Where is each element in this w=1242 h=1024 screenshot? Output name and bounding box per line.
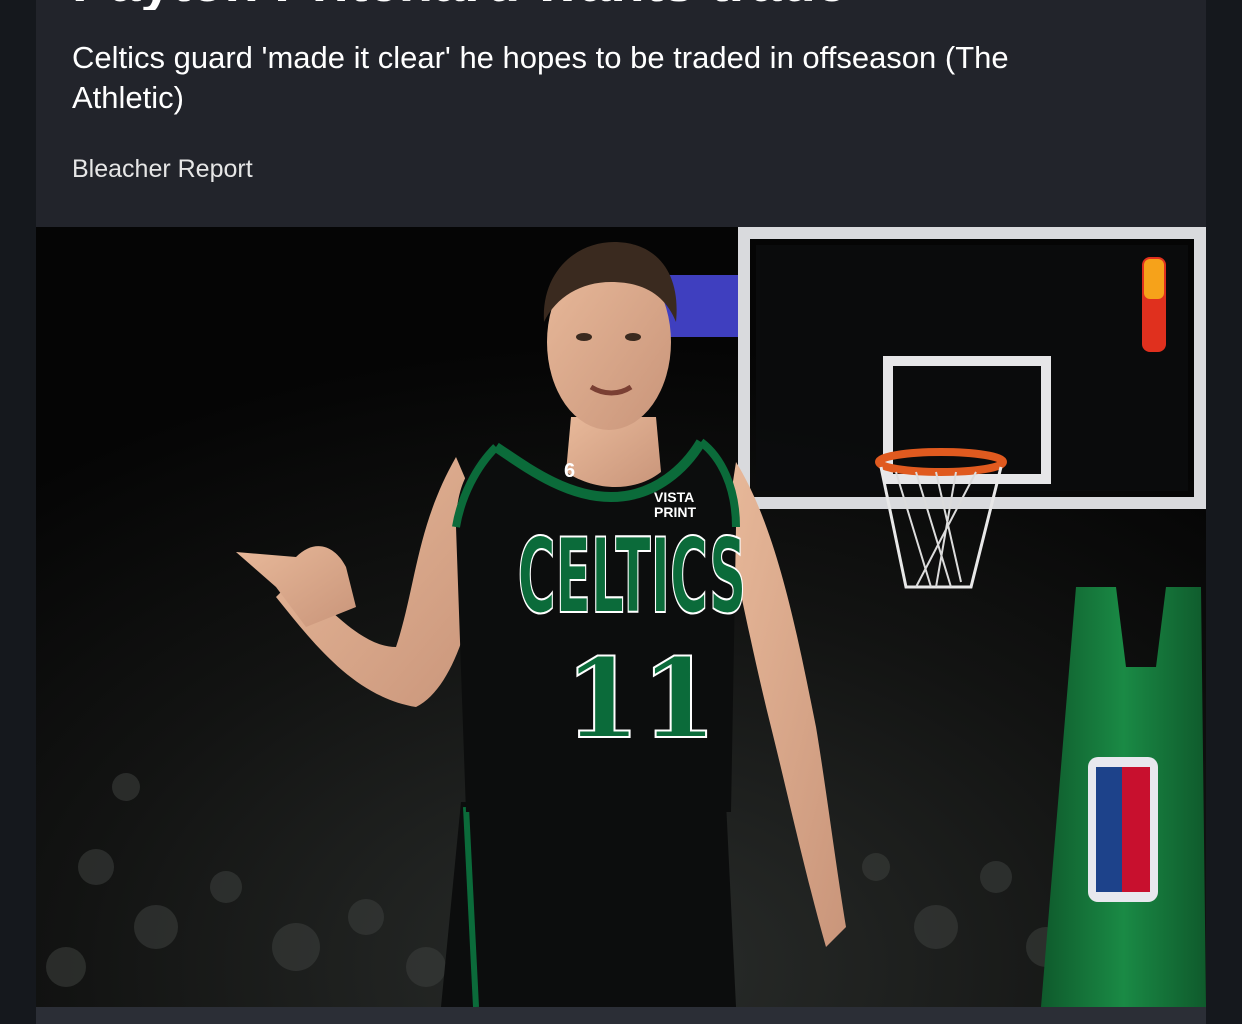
jersey-team-name: CELTICS [518, 517, 747, 637]
page-margin-left [0, 0, 36, 1024]
article-summary: Celtics guard 'made it clear' he hopes t… [72, 40, 1009, 115]
news-card[interactable]: Payton Pritchard wants trade Celtics gua… [36, 0, 1206, 1024]
page-margin-right [1206, 0, 1242, 1024]
card-footer [36, 1007, 1206, 1024]
article-photo[interactable]: 6 VISTA PRINT CELTICS 11 [36, 227, 1206, 1007]
player-photo-illustration: 6 VISTA PRINT CELTICS 11 [36, 227, 1206, 1007]
article-headline[interactable]: Payton Pritchard wants trade [72, 0, 1172, 10]
article-source: Bleacher Report [72, 155, 253, 183]
jersey-sponsor-line1: VISTA [654, 489, 694, 505]
jersey-patch-number: 6 [564, 460, 575, 482]
jersey-number: 11 [564, 634, 717, 763]
